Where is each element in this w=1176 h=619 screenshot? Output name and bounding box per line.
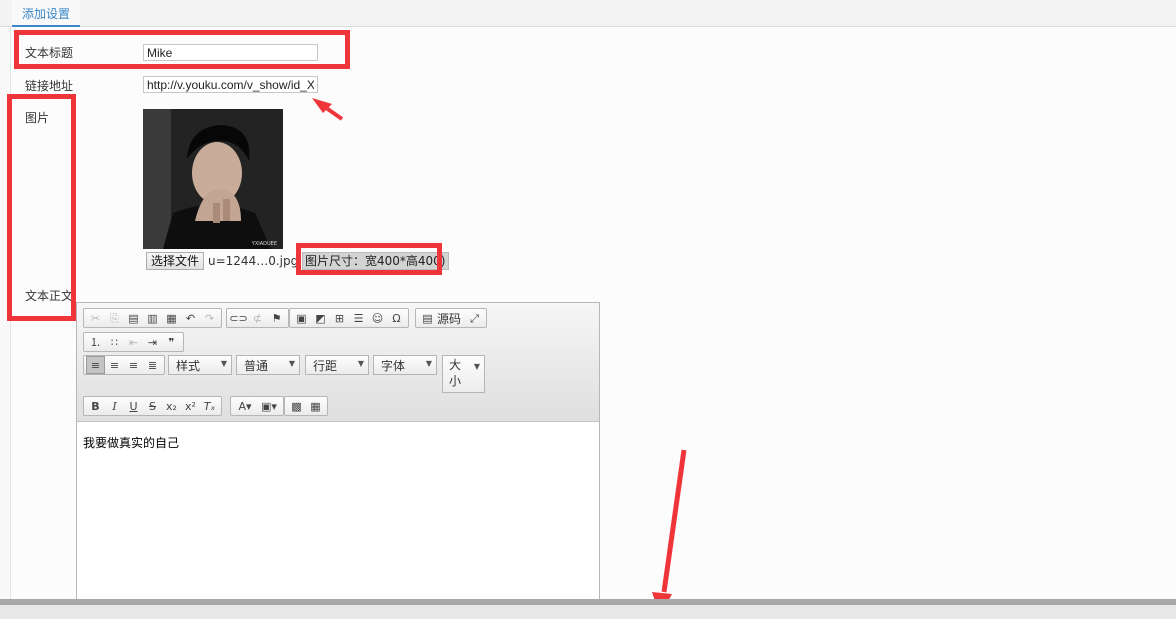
annotation-arrows	[312, 98, 687, 616]
annotation-arrow-link	[312, 98, 344, 121]
annotation-arrow-bottom	[652, 449, 687, 616]
scrollbar-thumb[interactable]	[0, 599, 1176, 605]
horizontal-scrollbar[interactable]	[0, 599, 1176, 619]
